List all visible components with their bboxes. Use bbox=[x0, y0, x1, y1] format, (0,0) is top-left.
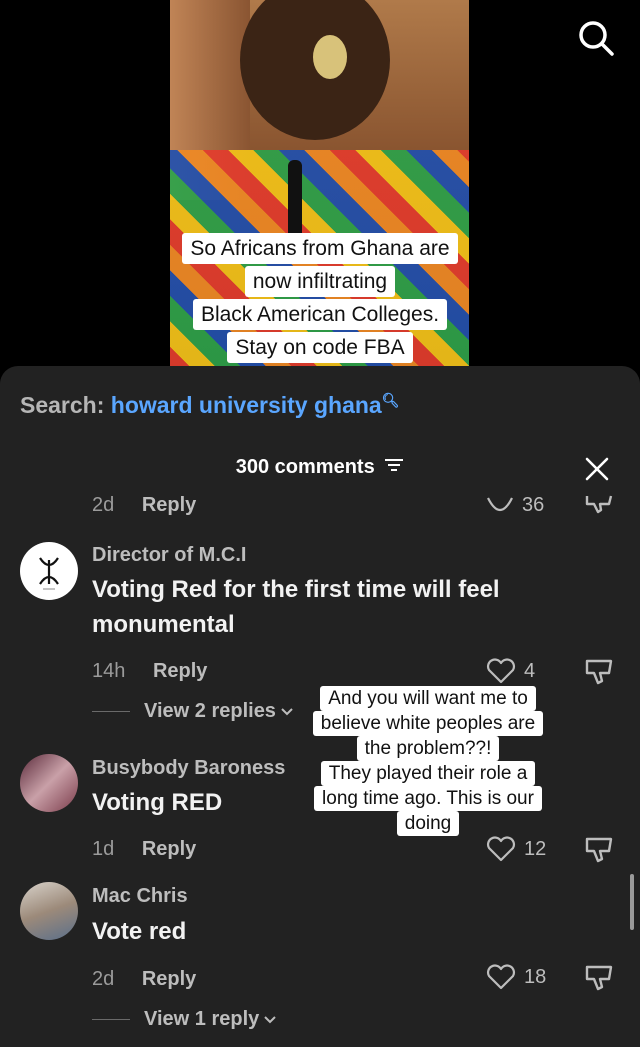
heart-icon bbox=[486, 836, 516, 862]
scrollbar[interactable] bbox=[630, 874, 634, 930]
divider bbox=[92, 1019, 130, 1020]
dislike-button[interactable] bbox=[584, 964, 614, 997]
overlay-line: long time ago. This is our bbox=[314, 786, 542, 811]
reply-button[interactable]: Reply bbox=[142, 968, 196, 990]
search-icon: 🔍︎ bbox=[381, 392, 400, 408]
close-button[interactable] bbox=[584, 456, 610, 482]
search-button[interactable] bbox=[574, 16, 618, 60]
caption-line: Stay on code FBA bbox=[227, 332, 413, 363]
microphone bbox=[288, 160, 302, 240]
caption-line: now infiltrating bbox=[244, 266, 396, 297]
comment-meta: 2d Reply bbox=[92, 968, 196, 991]
like-button[interactable]: 12 bbox=[486, 836, 546, 862]
overlay-line: believe white peoples are bbox=[312, 711, 544, 736]
thumbs-down-icon bbox=[585, 965, 613, 991]
search-label: Search: bbox=[20, 392, 105, 418]
comment-username[interactable]: Director of M.C.I bbox=[92, 544, 246, 567]
view-replies-label: View 2 replies bbox=[144, 700, 276, 722]
overlay-line: They played their role a bbox=[320, 761, 536, 786]
like-count: 36 bbox=[522, 494, 545, 516]
reply-button[interactable]: Reply bbox=[142, 838, 196, 860]
heart-icon bbox=[487, 497, 513, 511]
heart-icon bbox=[486, 658, 516, 684]
search-query-link[interactable]: howard university ghana bbox=[111, 392, 382, 418]
overlay-line: doing bbox=[396, 811, 460, 836]
comment-time: 1d bbox=[92, 838, 115, 860]
caption-line: So Africans from Ghana are bbox=[182, 233, 458, 264]
head-ornament bbox=[313, 35, 347, 79]
like-button[interactable]: 18 bbox=[486, 964, 546, 990]
comment-meta: 1d Reply bbox=[92, 838, 196, 861]
comment-time: 2d bbox=[92, 968, 115, 990]
comment-username[interactable]: Busybody Baroness bbox=[92, 757, 285, 780]
like-button[interactable]: 36 bbox=[486, 494, 544, 517]
close-icon bbox=[585, 457, 609, 481]
like-count: 12 bbox=[524, 837, 547, 860]
search-icon bbox=[579, 21, 614, 56]
overlay-line: And you will want me to bbox=[320, 686, 536, 711]
comment-text: Vote red bbox=[92, 918, 187, 945]
divider bbox=[92, 711, 130, 712]
video-caption: So Africans from Ghana are now infiltrat… bbox=[175, 232, 465, 364]
avatar[interactable] bbox=[20, 542, 78, 600]
like-count: 18 bbox=[524, 965, 547, 988]
dislike-button[interactable] bbox=[584, 836, 614, 869]
dislike-button[interactable] bbox=[584, 494, 614, 519]
comment-time: 2d bbox=[92, 494, 115, 516]
video-player[interactable]: So Africans from Ghana are now infiltrat… bbox=[0, 0, 640, 380]
like-count: 4 bbox=[524, 659, 536, 682]
comment-username[interactable]: Mac Chris bbox=[92, 885, 188, 908]
comment-meta: 14h Reply bbox=[92, 660, 207, 683]
dislike-button[interactable] bbox=[584, 658, 614, 691]
thumbs-down-icon bbox=[585, 495, 613, 514]
speaker-head bbox=[240, 0, 390, 140]
view-replies-button[interactable]: View 1 reply bbox=[92, 1008, 277, 1031]
like-button[interactable]: 4 bbox=[486, 658, 535, 684]
avatar[interactable] bbox=[20, 882, 78, 940]
comment-time: 14h bbox=[92, 660, 126, 682]
avatar[interactable] bbox=[20, 754, 78, 812]
reply-button[interactable]: Reply bbox=[153, 660, 207, 682]
thumbs-down-icon bbox=[585, 837, 613, 863]
view-replies-label: View 1 reply bbox=[144, 1008, 260, 1030]
comment-meta: 2d Reply bbox=[92, 494, 196, 517]
chevron-down-icon bbox=[264, 1015, 276, 1023]
thumbs-down-icon bbox=[585, 659, 613, 685]
reply-button[interactable]: Reply bbox=[142, 494, 196, 516]
overlay-line: the problem??! bbox=[356, 736, 500, 761]
avatar-logo-icon bbox=[39, 557, 59, 590]
search-suggestion[interactable]: Search: howard university ghana🔍︎ bbox=[20, 392, 400, 419]
view-replies-button[interactable]: View 2 replies bbox=[92, 700, 294, 723]
comments-count-header: 300 comments bbox=[0, 456, 640, 479]
caption-line: Black American Colleges. bbox=[192, 299, 448, 330]
chevron-down-icon bbox=[281, 707, 293, 715]
comments-count: 300 comments bbox=[235, 456, 375, 478]
heart-icon bbox=[486, 964, 516, 990]
overlay-text-sticker: And you will want me to believe white pe… bbox=[300, 686, 556, 836]
comment-text: Voting Red for the first time will feel … bbox=[92, 576, 500, 638]
filter-icon[interactable] bbox=[384, 456, 404, 479]
